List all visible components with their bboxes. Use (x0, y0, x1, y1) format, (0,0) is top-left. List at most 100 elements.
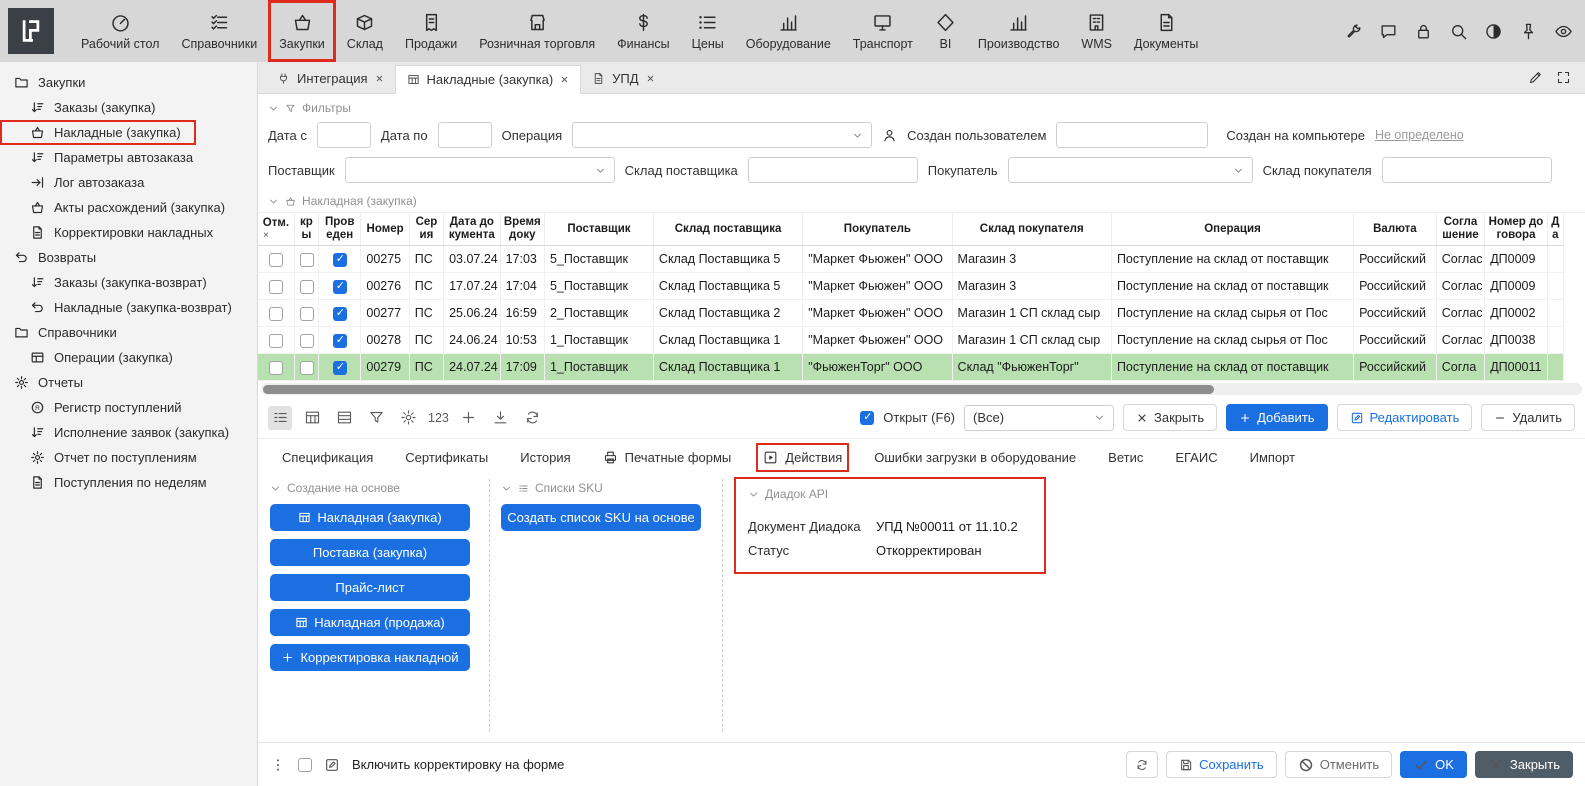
search-icon[interactable] (1449, 22, 1468, 41)
column-header-operation[interactable]: Операция (1111, 213, 1353, 246)
menu-item-wms[interactable]: WMS (1070, 0, 1123, 62)
enable-correction-checkbox[interactable] (298, 758, 312, 772)
scrollbar-thumb[interactable] (263, 385, 1214, 394)
sidebar-section-references[interactable]: Справочники (0, 320, 257, 345)
column-header-clipped[interactable]: Да (1547, 213, 1563, 246)
create-delivery-purchase-button[interactable]: Поставка (закупка) (270, 539, 470, 566)
column-header-currency[interactable]: Валюта (1354, 213, 1437, 246)
tab-egais[interactable]: ЕГАИС (1175, 450, 1217, 465)
numbering-button[interactable]: 123 (428, 411, 449, 425)
menu-item-transport[interactable]: Транспорт (842, 0, 924, 62)
tab-upd[interactable]: УПД (581, 64, 665, 93)
table-row[interactable]: 00275 ПС 03.07.24 17:03 5_Поставщик Скла… (258, 246, 1564, 273)
table-row-selected[interactable]: 00279 ПС 24.07.24 17:09 1_Поставщик Скла… (258, 354, 1564, 381)
delete-button[interactable]: Удалить (1481, 404, 1575, 431)
date-to-input[interactable] (438, 122, 492, 148)
create-invoice-correction-button[interactable]: Корректировка накладной (270, 644, 470, 671)
column-header-series[interactable]: Серия (409, 213, 443, 246)
close-form-button[interactable]: Закрыть (1475, 751, 1573, 778)
close-record-button[interactable]: Закрыть (1123, 404, 1217, 431)
tab-import[interactable]: Импорт (1250, 450, 1295, 465)
mark-checkbox[interactable] (269, 280, 283, 294)
create-from-header[interactable]: Создание на основе (270, 477, 478, 504)
column-header-agreement[interactable]: Соглашение (1436, 213, 1484, 246)
mark-checkbox[interactable] (269, 361, 283, 375)
lock-icon[interactable] (1414, 22, 1433, 41)
export-button[interactable] (489, 406, 513, 430)
column-header-doc-date[interactable]: Дата документа (444, 213, 500, 246)
create-sku-list-button[interactable]: Создать список SKU на основе (501, 504, 701, 531)
menu-item-bi[interactable]: BI (924, 0, 967, 62)
sidebar-section-purchases[interactable]: Закупки (0, 70, 257, 95)
menu-item-equipment[interactable]: Оборудование (735, 0, 842, 62)
menu-item-references[interactable]: Справочники (170, 0, 268, 62)
supplier-select[interactable] (345, 157, 615, 183)
menu-item-prices[interactable]: Цены (681, 0, 735, 62)
operation-select[interactable] (572, 122, 872, 148)
column-header-number[interactable]: Номер (361, 213, 409, 246)
tab-vetis[interactable]: Ветис (1108, 450, 1143, 465)
sidebar-section-reports[interactable]: Отчеты (0, 370, 257, 395)
form-view-button[interactable] (332, 406, 356, 430)
menu-item-purchases[interactable]: Закупки (268, 0, 336, 62)
ok-button[interactable]: OK (1400, 751, 1467, 778)
column-header-buyer-warehouse[interactable]: Склад покупателя (952, 213, 1111, 246)
create-invoice-sale-button[interactable]: Накладная (продажа) (270, 609, 470, 636)
posted-checkbox[interactable] (333, 280, 347, 294)
tab-invoices-purchase[interactable]: Накладные (закупка) (395, 65, 582, 94)
filter-button[interactable] (364, 406, 388, 430)
create-invoice-purchase-button[interactable]: Накладная (закупка) (270, 504, 470, 531)
column-header-mark[interactable]: Отм. × (258, 213, 294, 246)
menu-item-documents[interactable]: Документы (1123, 0, 1209, 62)
flag-checkbox[interactable] (300, 307, 314, 321)
column-header-supplier[interactable]: Поставщик (544, 213, 653, 246)
edit-button[interactable]: Редактировать (1337, 404, 1473, 431)
flag-checkbox[interactable] (300, 361, 314, 375)
column-header-contract-number[interactable]: Номер договора (1485, 213, 1548, 246)
list-view-button[interactable] (268, 406, 292, 430)
column-header-doc-time[interactable]: Время доку (500, 213, 544, 246)
tab-history[interactable]: История (520, 450, 570, 465)
table-view-button[interactable] (300, 406, 324, 430)
menu-item-warehouse[interactable]: Склад (336, 0, 394, 62)
mark-checkbox[interactable] (269, 253, 283, 267)
pencil-icon[interactable] (1528, 70, 1543, 85)
tab-specification[interactable]: Спецификация (282, 450, 373, 465)
buyer-select[interactable] (1008, 157, 1253, 183)
menu-item-sales[interactable]: Продажи (394, 0, 468, 62)
tab-integration[interactable]: Интеграция (266, 64, 395, 93)
posted-checkbox[interactable] (333, 307, 347, 321)
mark-checkbox[interactable] (269, 334, 283, 348)
sidebar-item-discrepancy-acts[interactable]: Акты расхождений (закупка) (0, 195, 257, 220)
column-header-flag[interactable]: кры (294, 213, 318, 246)
horizontal-scrollbar[interactable] (261, 383, 1582, 395)
refresh-grid-button[interactable] (521, 406, 545, 430)
mark-checkbox[interactable] (269, 307, 283, 321)
sidebar-item-autoorder-log[interactable]: Лог автозаказа (0, 170, 257, 195)
add-button[interactable]: Добавить (1226, 404, 1327, 431)
posted-checkbox[interactable] (333, 361, 347, 375)
menu-item-dashboard[interactable]: Рабочий стол (70, 0, 170, 62)
open-filter-checkbox[interactable] (860, 411, 874, 425)
expand-icon[interactable] (1556, 70, 1571, 85)
filters-header[interactable]: Фильтры (268, 99, 1575, 122)
table-row[interactable]: 00278 ПС 24.06.24 10:53 1_Поставщик Скла… (258, 327, 1564, 354)
flag-checkbox[interactable] (300, 253, 314, 267)
grid-settings-button[interactable] (396, 406, 420, 430)
flag-checkbox[interactable] (300, 280, 314, 294)
menu-item-production[interactable]: Производство (967, 0, 1071, 62)
app-logo[interactable] (8, 8, 54, 54)
close-icon[interactable] (560, 75, 569, 84)
sidebar-section-returns[interactable]: Возвраты (0, 245, 257, 270)
sidebar-item-invoice-corrections[interactable]: Корректировки накладных (0, 220, 257, 245)
posted-checkbox[interactable] (333, 253, 347, 267)
table-row[interactable]: 00276 ПС 17.07.24 17:04 5_Поставщик Скла… (258, 273, 1564, 300)
tab-print-forms[interactable]: Печатные формы (603, 450, 732, 465)
menu-item-retail[interactable]: Розничная торговля (468, 0, 606, 62)
column-header-buyer[interactable]: Покупатель (803, 213, 952, 246)
tab-equipment-load-errors[interactable]: Ошибки загрузки в оборудование (874, 450, 1076, 465)
sidebar-item-weekly-receipts[interactable]: Поступления по неделям (0, 470, 257, 495)
sidebar-item-orders-purchase[interactable]: Заказы (закупка) (0, 95, 257, 120)
sidebar-item-orders-purchase-return[interactable]: Заказы (закупка-возврат) (0, 270, 257, 295)
pin-icon[interactable] (1519, 22, 1538, 41)
